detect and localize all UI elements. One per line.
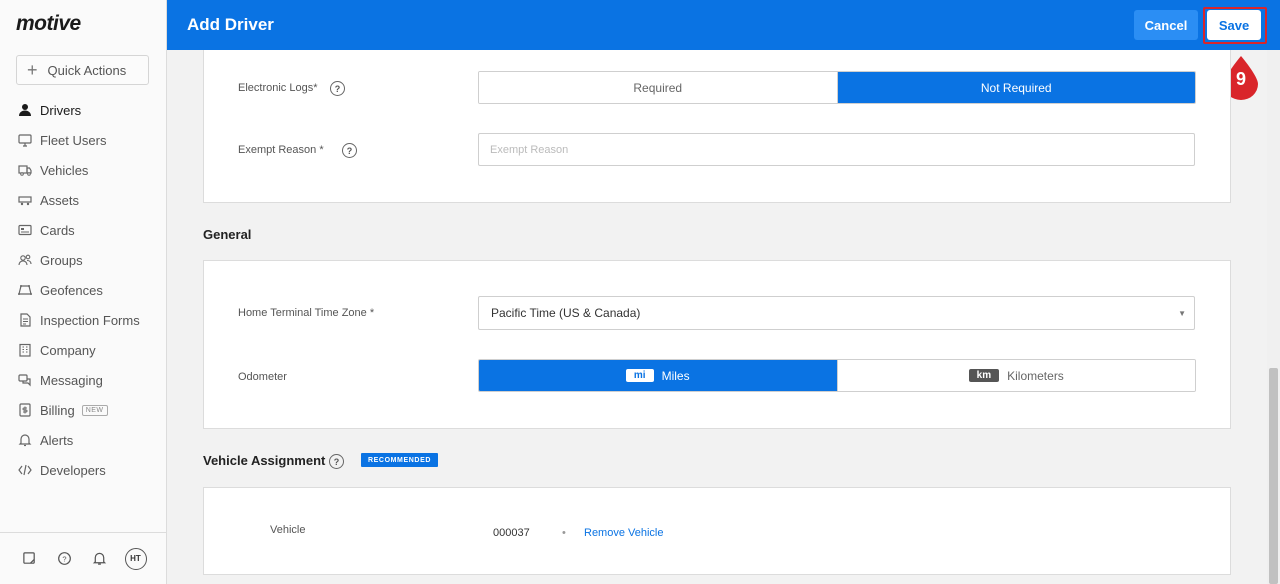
plus-icon: + (27, 60, 38, 80)
exempt-reason-input[interactable] (478, 133, 1195, 166)
sidebar-item-label: Alerts (40, 432, 74, 448)
sidebar-item-drivers[interactable]: Drivers (0, 95, 166, 125)
code-icon (17, 462, 33, 478)
electronic-logs-toggle: Required Not Required (478, 71, 1196, 104)
billing-icon (17, 402, 33, 418)
electronic-logs-required-option[interactable]: Required (479, 72, 837, 103)
sidebar-item-developers[interactable]: Developers (0, 455, 166, 485)
time-zone-label: Home Terminal Time Zone * (238, 307, 375, 319)
trailer-icon (17, 192, 33, 208)
help-icon[interactable]: ? (342, 143, 357, 158)
page-header: Add Driver Cancel Save (167, 0, 1280, 50)
vehicle-id: 000037 (493, 527, 530, 539)
building-icon (17, 342, 33, 358)
sidebar-item-label: Geofences (40, 282, 103, 298)
time-zone-select[interactable]: Pacific Time (US & Canada) ▼ (478, 296, 1195, 330)
general-section-title: General (203, 227, 252, 242)
miles-unit-chip: mi (625, 369, 654, 382)
sidebar-item-label: Messaging (40, 372, 103, 388)
vehicle-label: Vehicle (270, 524, 306, 536)
odometer-label: Odometer (238, 371, 287, 383)
truck-icon (17, 162, 33, 178)
scrollbar-thumb[interactable] (1269, 368, 1278, 584)
sidebar-item-label: Company (40, 342, 96, 358)
sidebar-item-billing[interactable]: Billing NEW (0, 395, 166, 425)
new-badge: NEW (81, 404, 108, 416)
person-icon (17, 102, 33, 118)
sidebar-item-label: Developers (40, 462, 106, 478)
sidebar: motive + Quick Actions Drivers Fleet Use… (0, 0, 167, 584)
sidebar-item-label: Vehicles (40, 162, 89, 178)
quick-actions-button[interactable]: + Quick Actions (16, 55, 149, 85)
quick-actions-label: Quick Actions (47, 62, 127, 78)
help-icon[interactable]: ? (330, 81, 345, 96)
app-store-icon[interactable] (20, 549, 40, 569)
geofence-icon (17, 282, 33, 298)
sidebar-item-label: Billing (40, 402, 75, 418)
time-zone-value: Pacific Time (US & Canada) (491, 306, 641, 320)
sidebar-item-cards[interactable]: Cards (0, 215, 166, 245)
vehicle-assignment-card (203, 487, 1231, 575)
card-icon (17, 222, 33, 238)
electronic-logs-label: Electronic Logs* (238, 82, 318, 94)
sidebar-item-assets[interactable]: Assets (0, 185, 166, 215)
electronic-logs-not-required-option[interactable]: Not Required (836, 72, 1195, 103)
odometer-kilometers-option[interactable]: km Kilometers (836, 360, 1195, 391)
sidebar-item-company[interactable]: Company (0, 335, 166, 365)
sidebar-item-label: Inspection Forms (40, 312, 140, 328)
page-title: Add Driver (187, 15, 274, 34)
chat-icon (17, 372, 33, 388)
sidebar-item-messaging[interactable]: Messaging (0, 365, 166, 395)
motive-logo[interactable]: motive (16, 12, 81, 36)
sidebar-item-label: Groups (40, 252, 83, 268)
sidebar-item-label: Cards (40, 222, 75, 238)
help-icon[interactable]: ? (329, 454, 344, 469)
odometer-miles-option[interactable]: mi Miles (479, 360, 837, 391)
general-card (203, 260, 1231, 429)
recommended-badge: RECOMMENDED (361, 453, 438, 467)
help-circle-icon[interactable]: ? (55, 549, 75, 569)
vehicle-assignment-title: Vehicle Assignment (203, 453, 326, 468)
svg-text:?: ? (62, 554, 66, 563)
notifications-bell-icon[interactable] (90, 549, 110, 569)
separator-dot: • (562, 527, 566, 539)
odometer-toggle: mi Miles km Kilometers (478, 359, 1196, 392)
kilometers-label: Kilometers (1007, 368, 1064, 383)
user-avatar[interactable]: HT (124, 547, 147, 570)
sidebar-item-inspection-forms[interactable]: Inspection Forms (0, 305, 166, 335)
remove-vehicle-link[interactable]: Remove Vehicle (584, 527, 664, 539)
monitor-icon (17, 132, 33, 148)
caret-down-icon: ▼ (1178, 309, 1186, 318)
document-icon (17, 312, 33, 328)
sidebar-footer: ? HT (0, 532, 166, 584)
kilometers-unit-chip: km (968, 369, 1000, 382)
sidebar-item-groups[interactable]: Groups (0, 245, 166, 275)
miles-label: Miles (661, 368, 690, 383)
sidebar-item-label: Drivers (40, 102, 82, 118)
scrollbar[interactable] (1267, 50, 1280, 584)
sidebar-item-geofences[interactable]: Geofences (0, 275, 166, 305)
sidebar-nav: Drivers Fleet Users Vehicles Assets Card… (0, 95, 166, 485)
groups-icon (17, 252, 33, 268)
sidebar-item-label: Assets (40, 192, 80, 208)
save-button[interactable]: Save (1207, 10, 1261, 40)
sidebar-item-alerts[interactable]: Alerts (0, 425, 166, 455)
sidebar-item-label: Fleet Users (40, 132, 107, 148)
bell-icon (17, 432, 33, 448)
sidebar-item-fleet-users[interactable]: Fleet Users (0, 125, 166, 155)
sidebar-item-vehicles[interactable]: Vehicles (0, 155, 166, 185)
cancel-button[interactable]: Cancel (1134, 10, 1198, 40)
exempt-reason-label: Exempt Reason * (238, 144, 324, 156)
